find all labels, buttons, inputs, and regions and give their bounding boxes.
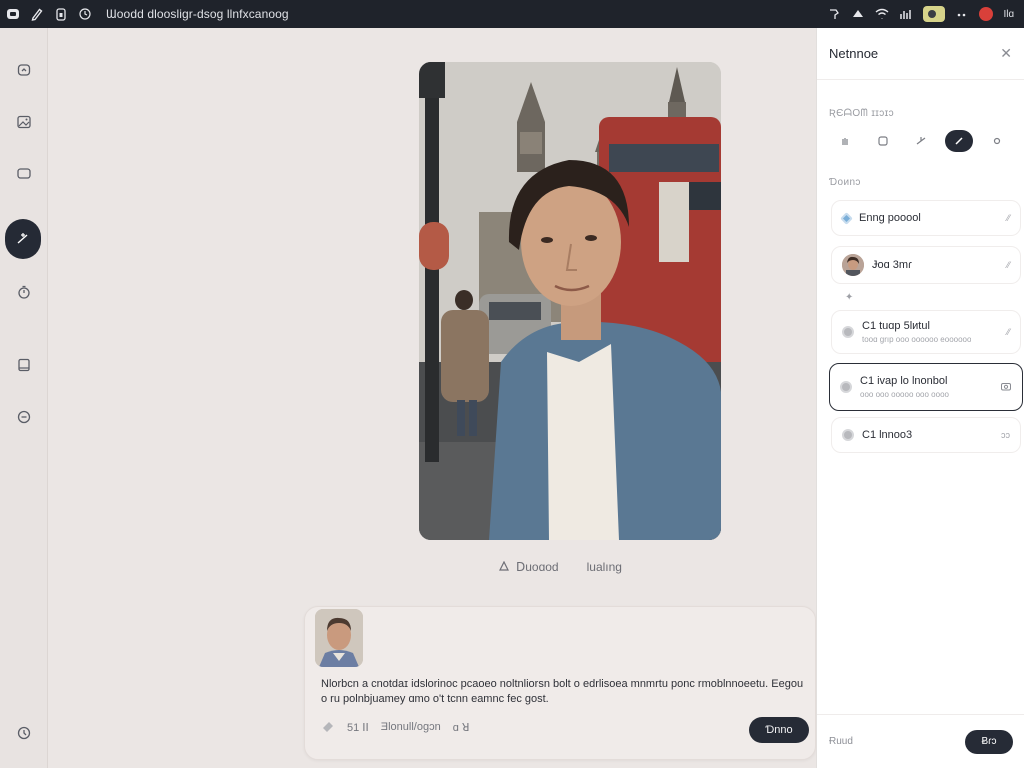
layer-name: C1 lnnoo3 xyxy=(862,429,913,441)
close-icon[interactable]: ✕ xyxy=(1000,45,1012,62)
tool-selector xyxy=(831,130,1011,152)
avatar xyxy=(842,254,864,276)
signal-icon[interactable] xyxy=(899,7,913,21)
camera-icon[interactable] xyxy=(1000,380,1012,394)
reference-thumbnail[interactable] xyxy=(315,609,363,667)
panel-title: Netnnoe xyxy=(829,46,879,61)
layer-item[interactable]: C1 lnnoo3 ɔɔ xyxy=(831,417,1021,453)
wifi-icon[interactable] xyxy=(875,7,889,21)
circle-icon xyxy=(840,381,852,393)
book-icon[interactable] xyxy=(8,349,40,381)
circle-icon xyxy=(842,326,854,338)
screen-icon[interactable] xyxy=(8,158,40,190)
info-icon[interactable] xyxy=(8,717,40,749)
pencil-icon[interactable] xyxy=(30,7,44,21)
tag-icon xyxy=(323,722,333,732)
layer-name: C1 ivap lo lnonbol xyxy=(860,375,948,387)
generated-image[interactable] xyxy=(419,62,721,540)
window-title: Ɯoodd dloosligr-dsog llnfxcanoog xyxy=(106,7,289,21)
tag-tool[interactable] xyxy=(321,720,335,734)
variation-label: lualıng xyxy=(586,560,622,574)
generate-button[interactable]: Ɗnno xyxy=(749,717,809,743)
more-icon[interactable] xyxy=(955,7,969,21)
layer-item[interactable]: C1 tuɑp 5lᴎtul tooɑ grıp ooo oooooo eooo… xyxy=(831,310,1021,354)
diamond-icon xyxy=(840,211,853,225)
layer-name: Enng pooool xyxy=(859,212,921,224)
layer-name: Ɉoɑ 3mɾ xyxy=(872,259,912,271)
arrow-icon xyxy=(499,561,509,571)
layer-meta: ⁄⁄ xyxy=(1006,327,1010,337)
layer-item[interactable]: Ɉoɑ 3mɾ ⁄⁄ xyxy=(831,246,1021,284)
pin-icon[interactable] xyxy=(827,7,841,21)
clock-icon[interactable] xyxy=(78,7,92,21)
gallery-icon[interactable] xyxy=(8,106,40,138)
layer-item[interactable]: Enng pooool ⁄⁄ xyxy=(831,200,1021,236)
circle-icon xyxy=(842,429,854,441)
layer-item-selected[interactable]: C1 ivap lo lnonbol ooo ooo ooooo ooo ooo… xyxy=(829,363,1023,411)
layer-meta: ⁄⁄ xyxy=(1006,213,1010,223)
prompt-text[interactable]: Nlorbcn a cnotdaɪ idslorinoc pcaoeo nolt… xyxy=(321,677,807,707)
eraser-icon[interactable] xyxy=(983,130,1011,152)
tool-item[interactable]: ɑ ꓤ xyxy=(453,721,470,734)
status-text: Ilɑ xyxy=(1003,8,1014,20)
timer-icon[interactable] xyxy=(8,276,40,308)
brush-icon[interactable] xyxy=(945,130,973,152)
download-label: Ⅾuoɑod xyxy=(516,560,559,574)
prompt-toolbar: 51 ꓲꓲ Ǝlonull/ogɔn ɑ ꓤ xyxy=(321,720,470,734)
right-panel: Netnnoe ✕ ƦЄᗩOᗰ ɪɪɔɪɔ Ɗoᴎnɔ Enng pooool … xyxy=(816,28,1024,768)
tool-item[interactable]: 51 ꓲꓲ xyxy=(347,721,369,734)
sparkle-icon: ✦ xyxy=(845,292,854,303)
left-toolbar xyxy=(0,28,48,768)
prompt-card: Nlorbcn a cnotdaɪ idslorinoc pcaoeo nolt… xyxy=(304,606,816,760)
layer-description: tooɑ grıp ooo oooooo eoooooo xyxy=(862,335,972,344)
image-actions: Ⅾuoɑod lualıng xyxy=(498,560,622,574)
layer-meta: ⁄⁄ xyxy=(1006,260,1010,270)
title-bar: Ɯoodd dloosligr-dsog llnfxcanoog Ilɑ xyxy=(0,0,1024,28)
app-logo-icon[interactable] xyxy=(6,7,20,21)
tool-item[interactable]: Ǝlonull/ogɔn xyxy=(381,721,441,733)
layers-icon[interactable] xyxy=(851,7,865,21)
apply-button[interactable]: Ƀɾɔ xyxy=(965,729,1013,754)
hand-icon[interactable] xyxy=(831,130,859,152)
history-icon[interactable] xyxy=(8,401,40,433)
layer-meta: ɔɔ xyxy=(1001,430,1010,440)
panel-header: Netnnoe ✕ xyxy=(817,28,1024,80)
clipboard-icon[interactable] xyxy=(54,7,68,21)
layers-section-label: Ɗoᴎnɔ xyxy=(829,177,861,188)
magic-wand-icon[interactable] xyxy=(5,219,41,259)
sparkle-icon[interactable] xyxy=(907,130,935,152)
user-avatar-icon[interactable] xyxy=(923,6,946,22)
tools-section-label: ƦЄᗩOᗰ ɪɪɔɪɔ xyxy=(829,108,895,119)
record-icon[interactable] xyxy=(979,7,994,21)
layer-description: ooo ooo ooooo ooo oooo xyxy=(860,390,949,399)
canvas-area: Ⅾuoɑod lualıng Nlorbcn a cnotdaɪ idslori… xyxy=(48,28,816,768)
variation-action[interactable]: lualıng xyxy=(587,560,622,574)
layer-name: C1 tuɑp 5lᴎtul xyxy=(862,320,930,332)
frame-icon[interactable] xyxy=(869,130,897,152)
download-action[interactable]: Ⅾuoɑod xyxy=(498,560,559,574)
home-icon[interactable] xyxy=(8,54,40,86)
footer-text: Ɍuud xyxy=(829,736,853,747)
panel-footer: Ɍuud Ƀɾɔ xyxy=(817,714,1024,768)
